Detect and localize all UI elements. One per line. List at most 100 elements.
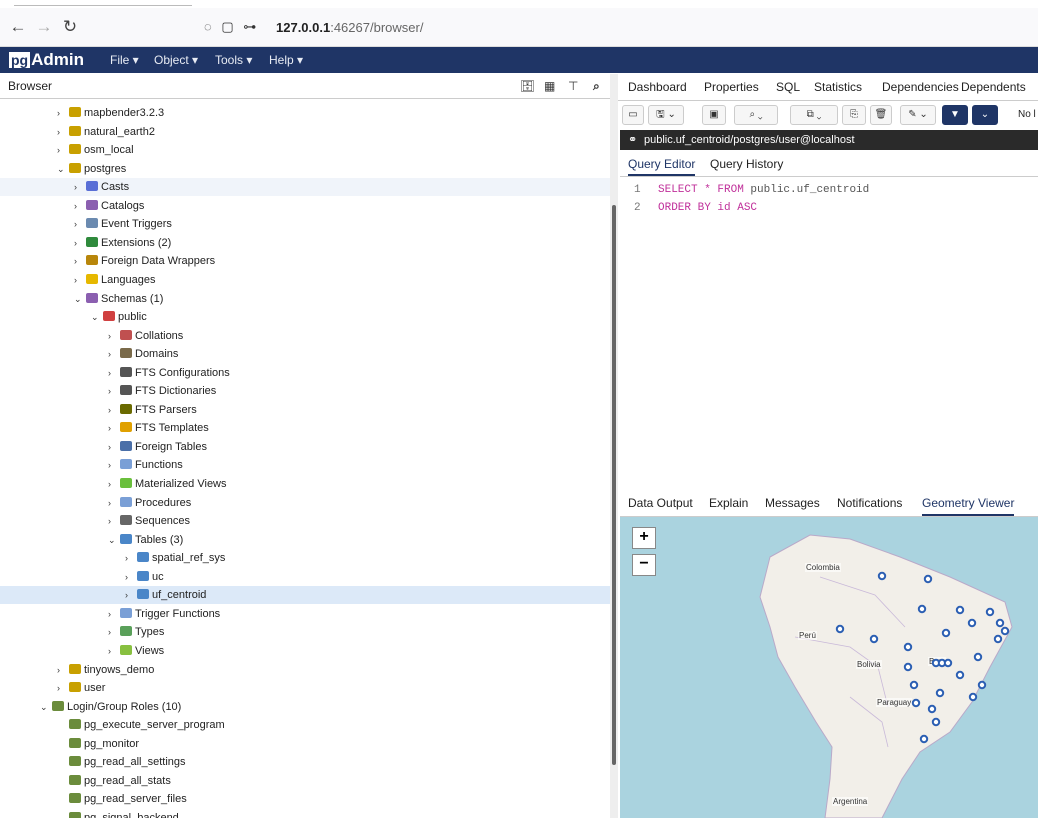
tree-node[interactable]: › Trigger Functions [0, 605, 610, 623]
centroid-marker[interactable] [903, 662, 913, 672]
tab-properties[interactable]: Properties [704, 80, 759, 94]
tab-geometry-viewer[interactable]: Geometry Viewer [922, 496, 1015, 516]
tree-node[interactable]: › Catalogs [0, 197, 610, 215]
chevron-down-icon[interactable]: ⌄ [57, 160, 67, 178]
tree-node[interactable]: › natural_earth2 [0, 123, 610, 141]
tree-node[interactable]: › osm_local [0, 141, 610, 159]
tree-node[interactable]: pg_signal_backend [0, 809, 610, 818]
chevron-right-icon[interactable]: › [57, 104, 67, 122]
tree-node[interactable]: ⌄ public [0, 308, 610, 326]
chevron-right-icon[interactable]: › [108, 494, 118, 512]
tab-dashboard[interactable]: Dashboard [628, 80, 687, 94]
chevron-right-icon[interactable]: › [57, 661, 67, 679]
url-field[interactable]: 127.0.0.1:46267/browser/ [276, 20, 423, 35]
centroid-marker[interactable] [917, 604, 927, 614]
chevron-right-icon[interactable]: › [74, 234, 84, 252]
tree-node[interactable]: › uf_centroid [0, 586, 610, 605]
tree-node[interactable]: › FTS Parsers [0, 401, 610, 419]
centroid-marker[interactable] [995, 618, 1005, 628]
tree-node[interactable]: › Extensions (2) [0, 234, 610, 252]
tree-node[interactable]: › Casts [0, 178, 610, 197]
menu-object[interactable]: Object ▾ [154, 53, 198, 67]
tree-node[interactable]: ⌄ Login/Group Roles (10) [0, 698, 610, 716]
chevron-right-icon[interactable]: › [74, 271, 84, 289]
back-icon[interactable]: ← [8, 18, 28, 36]
save-file-icon[interactable]: 🖫 ⌄ [648, 105, 684, 125]
tree-node[interactable]: › Procedures [0, 494, 610, 512]
chevron-down-icon[interactable]: ⌄ [40, 698, 50, 716]
tree-node[interactable]: pg_read_all_settings [0, 753, 610, 771]
centroid-marker[interactable] [935, 688, 945, 698]
tab-query-editor[interactable]: Query Editor [628, 157, 696, 176]
chevron-right-icon[interactable]: › [108, 327, 118, 345]
chevron-right-icon[interactable]: › [74, 252, 84, 270]
chevron-right-icon[interactable]: › [57, 141, 67, 159]
chevron-right-icon[interactable]: › [57, 123, 67, 141]
find-icon[interactable]: ▣ [702, 105, 726, 125]
centroid-marker[interactable] [877, 571, 887, 581]
centroid-marker[interactable] [967, 618, 977, 628]
centroid-marker[interactable] [977, 680, 987, 690]
chevron-right-icon[interactable]: › [74, 197, 84, 215]
filter-rows-icon[interactable]: ⊤ [568, 79, 578, 93]
chevron-right-icon[interactable]: › [57, 679, 67, 697]
menu-file[interactable]: File ▾ [110, 53, 139, 67]
chevron-right-icon[interactable]: › [108, 475, 118, 493]
tree-node[interactable]: pg_monitor [0, 735, 610, 753]
chevron-right-icon[interactable]: › [108, 456, 118, 474]
centroid-marker[interactable] [1000, 626, 1010, 636]
tree-node[interactable]: › Languages [0, 271, 610, 289]
centroid-marker[interactable] [835, 624, 845, 634]
centroid-marker[interactable] [943, 658, 953, 668]
limit-label[interactable]: No l [1018, 109, 1036, 120]
tree-node[interactable]: › Domains [0, 345, 610, 363]
tree-node[interactable]: › Functions [0, 456, 610, 474]
tree-node[interactable]: › Foreign Tables [0, 438, 610, 456]
forward-icon[interactable]: → [34, 18, 54, 36]
tree-node[interactable]: › tinyows_demo [0, 661, 610, 679]
tree-node[interactable]: ⌄ Tables (3) [0, 531, 610, 549]
tree-node[interactable]: pg_execute_server_program [0, 716, 610, 734]
chevron-right-icon[interactable]: › [125, 568, 135, 586]
centroid-marker[interactable] [903, 642, 913, 652]
centroid-marker[interactable] [993, 634, 1003, 644]
chevron-right-icon[interactable]: › [125, 586, 135, 604]
tree-node[interactable]: › Collations [0, 327, 610, 345]
tab-data-output[interactable]: Data Output [628, 496, 693, 510]
centroid-marker[interactable] [985, 607, 995, 617]
tree-node[interactable]: › Event Triggers [0, 215, 610, 233]
edit-icon[interactable]: ✎ ⌄ [900, 105, 936, 125]
chevron-right-icon[interactable]: › [108, 605, 118, 623]
centroid-marker[interactable] [941, 628, 951, 638]
tab-sql[interactable]: SQL [776, 80, 800, 94]
tree-node[interactable]: › mapbender3.2.3 [0, 104, 610, 122]
chevron-right-icon[interactable]: › [74, 215, 84, 233]
menu-tools[interactable]: Tools ▾ [215, 53, 252, 67]
chevron-down-icon[interactable]: ⌄ [74, 290, 84, 308]
centroid-marker[interactable] [968, 692, 978, 702]
centroid-marker[interactable] [931, 717, 941, 727]
chevron-right-icon[interactable]: › [108, 382, 118, 400]
chevron-right-icon[interactable]: › [108, 401, 118, 419]
tab-notifications[interactable]: Notifications [837, 496, 902, 510]
centroid-marker[interactable] [923, 574, 933, 584]
tree-node[interactable]: › spatial_ref_sys [0, 549, 610, 567]
centroid-marker[interactable] [909, 680, 919, 690]
chevron-down-icon[interactable]: ⌄ [108, 531, 118, 549]
tree-node[interactable]: ⌄ postgres [0, 160, 610, 178]
tree-node[interactable]: ⌄ Schemas (1) [0, 290, 610, 308]
chevron-right-icon[interactable]: › [108, 419, 118, 437]
chevron-down-icon[interactable]: ⌄ [91, 308, 101, 326]
tab-explain[interactable]: Explain [709, 496, 748, 510]
chevron-right-icon[interactable]: › [108, 438, 118, 456]
chevron-right-icon[interactable]: › [108, 364, 118, 382]
view-data-icon[interactable]: ▦ [544, 79, 555, 93]
centroid-marker[interactable] [927, 704, 937, 714]
tree-node[interactable]: › FTS Templates [0, 419, 610, 437]
tab-messages[interactable]: Messages [765, 496, 820, 510]
filter-dropdown-icon[interactable]: ⌄ [972, 105, 998, 125]
tree-node[interactable]: › FTS Dictionaries [0, 382, 610, 400]
tree-node[interactable]: › Materialized Views [0, 475, 610, 493]
centroid-marker[interactable] [955, 670, 965, 680]
geometry-map[interactable]: + − Colombia Perú Bolivia Bras Paraguay … [620, 517, 1038, 818]
